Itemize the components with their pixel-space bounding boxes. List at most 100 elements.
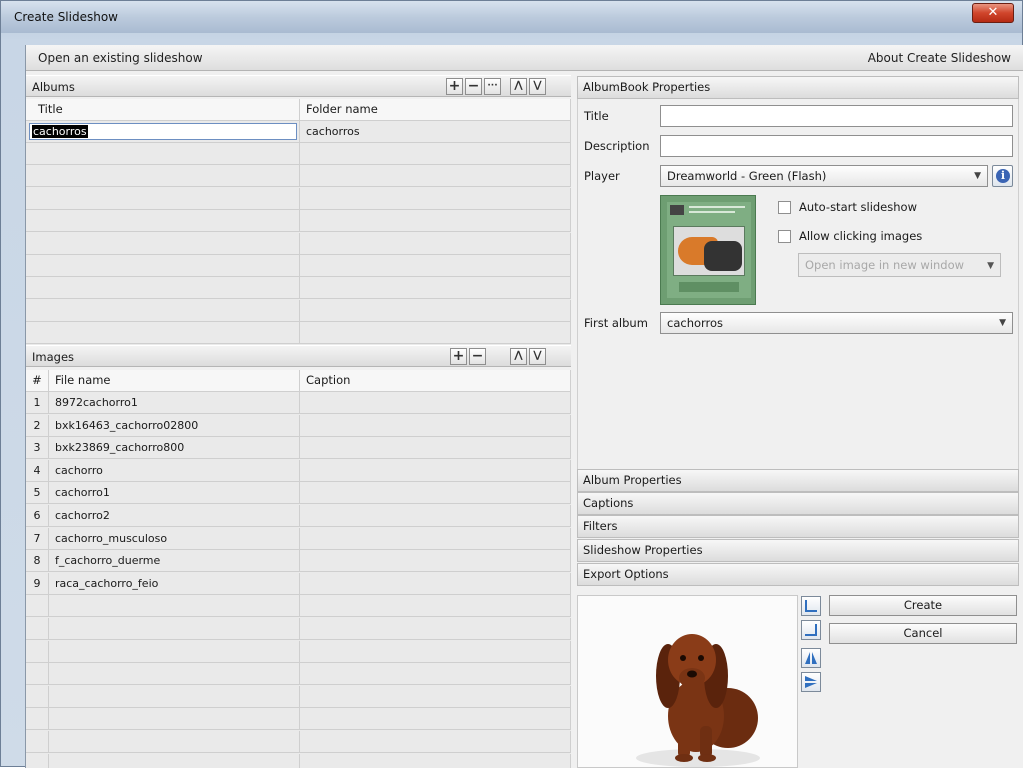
image-file-name-cell[interactable]: cachorro xyxy=(49,459,300,482)
image-caption-cell[interactable] xyxy=(300,572,571,595)
column-folder-name[interactable]: Folder name xyxy=(300,99,571,121)
image-caption-cell[interactable] xyxy=(300,753,571,768)
image-file-name-cell[interactable]: bxk23869_cachorro800 xyxy=(49,437,300,460)
image-file-name-cell[interactable]: cachorro_musculoso xyxy=(49,527,300,550)
title-input[interactable] xyxy=(660,105,1013,127)
album-title-editor[interactable]: cachorros xyxy=(29,123,297,140)
image-caption-cell[interactable] xyxy=(300,595,571,618)
column-caption[interactable]: Caption xyxy=(300,370,571,392)
empty-cell[interactable] xyxy=(300,299,571,322)
image-caption-cell[interactable] xyxy=(300,550,571,573)
image-file-name-cell[interactable]: f_cachorro_duerme xyxy=(49,550,300,573)
image-caption-cell[interactable] xyxy=(300,414,571,437)
allow-clicking-checkbox[interactable] xyxy=(778,230,791,243)
album-empty-row[interactable] xyxy=(26,232,571,255)
title-bar[interactable]: Create Slideshow ✕ xyxy=(1,1,1022,33)
empty-cell[interactable] xyxy=(26,143,300,165)
image-caption-cell[interactable] xyxy=(300,527,571,550)
remove-album-button[interactable]: − xyxy=(465,78,482,95)
column-number[interactable]: # xyxy=(26,370,49,392)
album-empty-row[interactable] xyxy=(26,299,571,322)
image-empty-row[interactable] xyxy=(26,753,571,768)
create-button[interactable]: Create xyxy=(829,595,1017,616)
album-empty-row[interactable] xyxy=(26,322,571,345)
albumbook-properties-header[interactable]: AlbumBook Properties xyxy=(577,76,1019,99)
image-empty-row[interactable] xyxy=(26,663,571,686)
album-empty-row[interactable] xyxy=(26,277,571,300)
close-button[interactable]: ✕ xyxy=(972,3,1014,23)
image-file-name-cell[interactable] xyxy=(49,731,300,753)
column-file-name[interactable]: File name xyxy=(49,370,300,392)
image-row[interactable]: 8 f_cachorro_duerme xyxy=(26,550,571,573)
album-options-button[interactable]: ··· xyxy=(484,78,501,95)
empty-cell[interactable] xyxy=(26,210,300,233)
empty-cell[interactable] xyxy=(300,210,571,233)
add-album-button[interactable]: + xyxy=(446,78,463,95)
rotate-right-button[interactable] xyxy=(801,620,821,640)
move-album-up-button[interactable]: ⋀ xyxy=(510,78,527,95)
album-folder-cell[interactable]: cachorros xyxy=(300,121,571,143)
image-caption-cell[interactable] xyxy=(300,708,571,731)
image-row[interactable]: 2 bxk16463_cachorro02800 xyxy=(26,414,571,437)
image-caption-cell[interactable] xyxy=(300,663,571,686)
album-empty-row[interactable] xyxy=(26,187,571,210)
flip-vertical-button[interactable] xyxy=(801,672,821,692)
empty-cell[interactable] xyxy=(300,255,571,277)
image-row[interactable]: 1 8972cachorro1 xyxy=(26,392,571,414)
image-file-name-cell[interactable] xyxy=(49,663,300,686)
empty-cell[interactable] xyxy=(26,187,300,210)
move-image-down-button[interactable]: ⋁ xyxy=(529,348,546,365)
image-file-name-cell[interactable] xyxy=(49,753,300,768)
image-row[interactable]: 6 cachorro2 xyxy=(26,505,571,527)
empty-cell[interactable] xyxy=(300,187,571,210)
image-row[interactable]: 7 cachorro_musculoso xyxy=(26,527,571,550)
image-row[interactable]: 4 cachorro xyxy=(26,459,571,482)
image-empty-row[interactable] xyxy=(26,731,571,753)
cancel-button[interactable]: Cancel xyxy=(829,623,1017,644)
image-empty-row[interactable] xyxy=(26,640,571,663)
image-row[interactable]: 5 cachorro1 xyxy=(26,482,571,505)
image-caption-cell[interactable] xyxy=(300,685,571,708)
rotate-left-button[interactable] xyxy=(801,596,821,616)
image-file-name-cell[interactable] xyxy=(49,708,300,731)
empty-cell[interactable] xyxy=(26,232,300,255)
image-caption-cell[interactable] xyxy=(300,505,571,527)
empty-cell[interactable] xyxy=(26,299,300,322)
player-info-button[interactable]: i xyxy=(992,165,1013,187)
image-caption-cell[interactable] xyxy=(300,437,571,460)
image-empty-row[interactable] xyxy=(26,595,571,618)
move-image-up-button[interactable]: ⋀ xyxy=(510,348,527,365)
image-empty-row[interactable] xyxy=(26,618,571,640)
auto-start-checkbox[interactable] xyxy=(778,201,791,214)
open-image-select[interactable]: Open image in new window ▼ xyxy=(798,253,1001,277)
image-file-name-cell[interactable] xyxy=(49,595,300,618)
image-empty-row[interactable] xyxy=(26,685,571,708)
image-caption-cell[interactable] xyxy=(300,392,571,414)
empty-cell[interactable] xyxy=(300,232,571,255)
remove-image-button[interactable]: − xyxy=(469,348,486,365)
image-file-name-cell[interactable] xyxy=(49,618,300,640)
album-row[interactable]: cachorros cachorros xyxy=(26,121,571,143)
filters-section[interactable]: Filters xyxy=(577,515,1019,538)
album-empty-row[interactable] xyxy=(26,143,571,165)
empty-cell[interactable] xyxy=(300,165,571,188)
open-existing-slideshow-link[interactable]: Open an existing slideshow xyxy=(38,51,203,65)
album-empty-row[interactable] xyxy=(26,210,571,233)
captions-section[interactable]: Captions xyxy=(577,492,1019,515)
image-file-name-cell[interactable]: cachorro1 xyxy=(49,482,300,505)
empty-cell[interactable] xyxy=(300,143,571,165)
image-file-name-cell[interactable] xyxy=(49,640,300,663)
empty-cell[interactable] xyxy=(26,322,300,345)
image-file-name-cell[interactable] xyxy=(49,685,300,708)
player-select[interactable]: Dreamworld - Green (Flash) ▼ xyxy=(660,165,988,187)
move-album-down-button[interactable]: ⋁ xyxy=(529,78,546,95)
flip-horizontal-button[interactable] xyxy=(801,648,821,668)
album-properties-section[interactable]: Album Properties xyxy=(577,469,1019,492)
empty-cell[interactable] xyxy=(300,322,571,345)
image-caption-cell[interactable] xyxy=(300,731,571,753)
add-image-button[interactable]: + xyxy=(450,348,467,365)
about-link[interactable]: About Create Slideshow xyxy=(868,51,1011,65)
slideshow-properties-section[interactable]: Slideshow Properties xyxy=(577,539,1019,562)
album-title-cell[interactable]: cachorros xyxy=(26,121,300,143)
empty-cell[interactable] xyxy=(26,165,300,188)
